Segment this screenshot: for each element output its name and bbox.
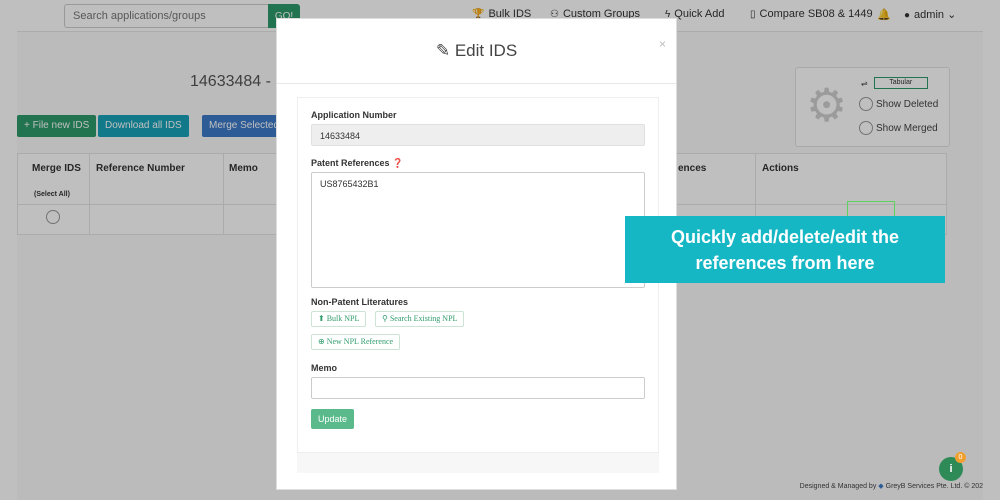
update-button[interactable]: Update	[311, 409, 354, 429]
new-npl-label: New NPL Reference	[326, 337, 394, 346]
application-number-field: 14633484	[311, 124, 645, 146]
tooltip-line-1: Quickly add/delete/edit the	[670, 227, 900, 247]
memo-input[interactable]	[311, 377, 645, 399]
modal-title: ✎ Edit IDS	[277, 41, 676, 61]
edit-form: Application Number 14633484 Patent Refer…	[297, 97, 659, 453]
memo-label: Memo	[311, 363, 338, 373]
bulk-npl-label: Bulk NPL	[326, 314, 360, 323]
modal-header: ✎ Edit IDS ×	[277, 19, 676, 84]
bulk-npl-button[interactable]: ⬆ Bulk NPL	[311, 311, 367, 327]
patent-references-label: Patent References ❓	[311, 158, 403, 169]
search-icon: ⚲	[382, 314, 388, 323]
search-npl-label: Search Existing NPL	[389, 314, 458, 323]
application-number-label: Application Number	[311, 110, 397, 120]
npl-label: Non-Patent Literatures	[311, 297, 409, 307]
plus-circle-icon: ⊕	[318, 337, 325, 346]
upload-icon: ⬆	[318, 314, 325, 323]
notification-badge: 0	[955, 452, 966, 463]
tooltip-line-2: references from here	[695, 253, 875, 273]
modal-title-text: Edit IDS	[454, 41, 518, 60]
patent-references-textarea[interactable]: US8765432B1	[311, 172, 645, 288]
close-icon[interactable]: ×	[659, 37, 666, 51]
edit-ids-modal: ✎ Edit IDS × Application Number 14633484…	[276, 18, 677, 490]
tooltip-banner: Quickly add/delete/edit the references f…	[625, 216, 945, 283]
search-npl-button[interactable]: ⚲ Search Existing NPL	[375, 311, 465, 327]
help-icon[interactable]: ❓	[392, 158, 403, 168]
pencil-icon: ✎	[435, 41, 451, 60]
modal-body: Application Number 14633484 Patent Refer…	[297, 97, 659, 473]
patent-references-label-text: Patent References	[311, 158, 390, 168]
new-npl-button[interactable]: ⊕ New NPL Reference	[311, 334, 401, 350]
